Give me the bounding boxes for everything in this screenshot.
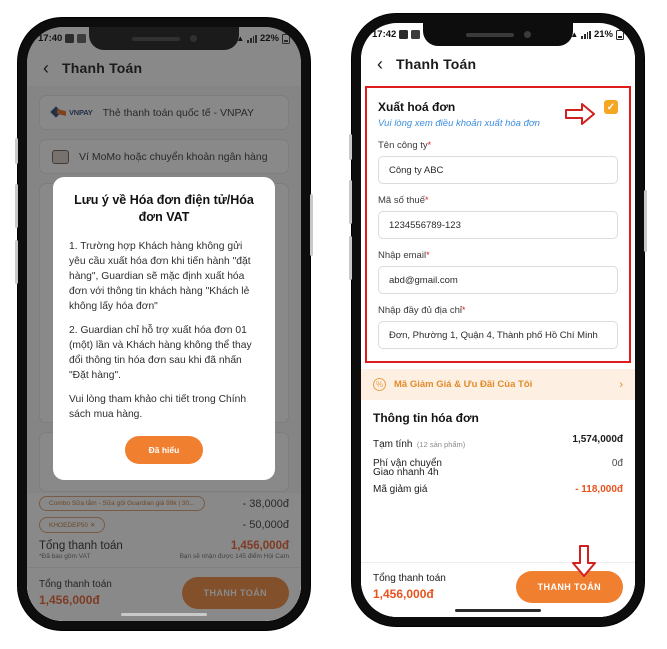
battery-percent: 22%	[259, 33, 279, 44]
phone-left-volume-down-button[interactable]	[15, 240, 18, 284]
phone-left: VNPAY Thẻ thanh toán quốc tế - VNPAY Ví …	[15, 18, 313, 630]
company-name-input[interactable]	[378, 156, 618, 184]
right-notch	[423, 23, 573, 46]
required-marker: *	[426, 250, 430, 260]
right-home-indicator[interactable]	[455, 608, 541, 612]
phone-left-power-button[interactable]	[310, 194, 313, 256]
right-checkout-content: Xuất hoá đơn ✓ Vui lòng xem điều khoản x…	[361, 82, 635, 617]
address-label-text: Nhập đầy đủ địa chỉ	[378, 305, 462, 316]
left-app-header: ‹ Thanh Toán	[27, 50, 301, 86]
status-time: 17:42	[372, 29, 397, 40]
required-marker: *	[427, 140, 432, 150]
phone-left-mute-button[interactable]	[15, 138, 18, 164]
calendar-icon	[399, 30, 409, 39]
page-title: Thanh Toán	[62, 60, 143, 76]
shipping-value: 0đ	[611, 458, 623, 469]
phone-right-mute-button[interactable]	[349, 134, 352, 160]
status-bar-right: ▲ 21%	[570, 28, 624, 40]
invoice-title: Xuất hoá đơn	[378, 100, 456, 114]
status-time: 17:40	[38, 33, 63, 44]
phone-right-power-button[interactable]	[644, 190, 647, 252]
battery-percent: 21%	[593, 29, 613, 40]
invoice-info: Thông tin hóa đơn Tạm tính (12 sản phẩm)…	[361, 400, 635, 495]
discount-label: Mã giảm giá	[373, 484, 428, 495]
screenshot-stage: VNPAY Thẻ thanh toán quốc tế - VNPAY Ví …	[0, 0, 667, 649]
modal-actions: Đã hiểu	[69, 435, 259, 464]
calendar-icon	[65, 34, 75, 43]
subtotal-value: 1,574,000đ	[572, 434, 623, 445]
subtotal-items-count: (12 sản phẩm)	[416, 440, 466, 449]
right-bottom-total-value: 1,456,000đ	[373, 587, 434, 601]
invoice-info-title: Thông tin hóa đơn	[373, 411, 479, 425]
phone-right: 17:42 ▲ 21% ‹ Thanh Toán Xuất hoá đơn ✓ …	[349, 14, 647, 626]
chevron-left-icon[interactable]: ‹	[43, 59, 49, 77]
invoice-row-subtotal: Tạm tính (12 sản phẩm) 1,574,000đ	[373, 434, 623, 452]
tax-code-label-text: Mã số thuế	[378, 195, 425, 206]
chevron-left-icon[interactable]: ‹	[377, 55, 383, 73]
vat-invoice-notice-modal: Lưu ý về Hóa đơn điện tử/Hóa đơn VAT 1. …	[53, 177, 275, 480]
address-input[interactable]	[378, 321, 618, 349]
battery-icon	[282, 32, 290, 44]
left-home-indicator[interactable]	[121, 612, 207, 616]
pay-button[interactable]: THANH TOÁN	[515, 571, 623, 603]
phone-left-screen: VNPAY Thẻ thanh toán quốc tế - VNPAY Ví …	[27, 27, 301, 621]
company-name-label-text: Tên công ty	[378, 140, 428, 151]
address-label: Nhập đầy đủ địa chỉ*	[378, 305, 618, 316]
phone-right-volume-up-button[interactable]	[349, 180, 352, 224]
email-input[interactable]	[378, 266, 618, 294]
invoice-row-shipping: Phí vận chuyển Giao nhanh 4h 0đ	[373, 458, 623, 478]
signal-bars-icon	[581, 30, 591, 39]
status-bar-left: 17:42	[372, 29, 421, 40]
invoice-section: Xuất hoá đơn ✓ Vui lòng xem điều khoản x…	[365, 86, 631, 363]
signal-bars-icon	[247, 34, 257, 43]
wifi-icon: ▲	[236, 34, 245, 43]
required-marker: *	[425, 195, 429, 205]
front-camera	[523, 31, 531, 38]
status-bar-right: ▲ 22%	[236, 32, 290, 44]
modal-title: Lưu ý về Hóa đơn điện tử/Hóa đơn VAT	[74, 193, 254, 225]
page-title: Thanh Toán	[396, 56, 477, 72]
phone-right-volume-down-button[interactable]	[349, 236, 352, 280]
annotation-arrow-down	[572, 545, 596, 577]
required-marker: *	[461, 305, 466, 315]
shipping-label-group: Phí vận chuyển Giao nhanh 4h	[373, 458, 442, 478]
company-name-label: Tên công ty*	[378, 140, 618, 151]
subtotal-label: Tạm tính	[373, 439, 413, 450]
left-status-bar: 17:40 ▲ 22%	[27, 27, 301, 50]
battery-icon	[616, 28, 624, 40]
app-notification-icon	[411, 30, 421, 39]
invoice-checkbox[interactable]: ✓	[604, 100, 618, 114]
modal-paragraph-3: Vui lòng tham khảo chi tiết trong Chính …	[69, 393, 247, 420]
modal-paragraph-1: 1. Trường hợp Khách hàng không gửi yêu c…	[69, 240, 251, 312]
shipping-method: Giao nhanh 4h	[373, 467, 439, 478]
tax-code-input[interactable]	[378, 211, 618, 239]
earpiece-speaker	[465, 32, 514, 37]
status-bar-left: 17:40	[38, 33, 87, 44]
modal-paragraph-2: 2. Guardian chỉ hỗ trợ xuất hóa đơn 01 (…	[69, 324, 252, 381]
discount-value: - 118,000đ	[575, 484, 623, 495]
modal-confirm-button[interactable]: Đã hiểu	[124, 435, 204, 464]
subtotal-label-group: Tạm tính (12 sản phẩm)	[373, 434, 465, 452]
right-app-header: ‹ Thanh Toán	[361, 46, 635, 82]
voucher-bar[interactable]: % Mã Giảm Giá & Ưu Đãi Của Tôi ›	[361, 369, 635, 400]
phone-left-volume-up-button[interactable]	[15, 184, 18, 228]
app-notification-icon	[77, 34, 87, 43]
email-label: Nhập email*	[378, 250, 618, 261]
email-label-text: Nhập email	[378, 250, 427, 261]
voucher-tag-icon: %	[373, 378, 386, 391]
invoice-row-discount: Mã giảm giá - 118,000đ	[373, 484, 623, 495]
annotation-arrow-right	[565, 103, 595, 125]
chevron-right-icon: ›	[619, 378, 623, 391]
voucher-label: Mã Giảm Giá & Ưu Đãi Của Tôi	[394, 379, 533, 390]
right-bottom-total: Tổng thanh toán 1,456,000đ	[373, 573, 446, 601]
tax-code-label: Mã số thuế*	[378, 195, 618, 206]
right-bottom-total-label: Tổng thanh toán	[373, 573, 446, 584]
